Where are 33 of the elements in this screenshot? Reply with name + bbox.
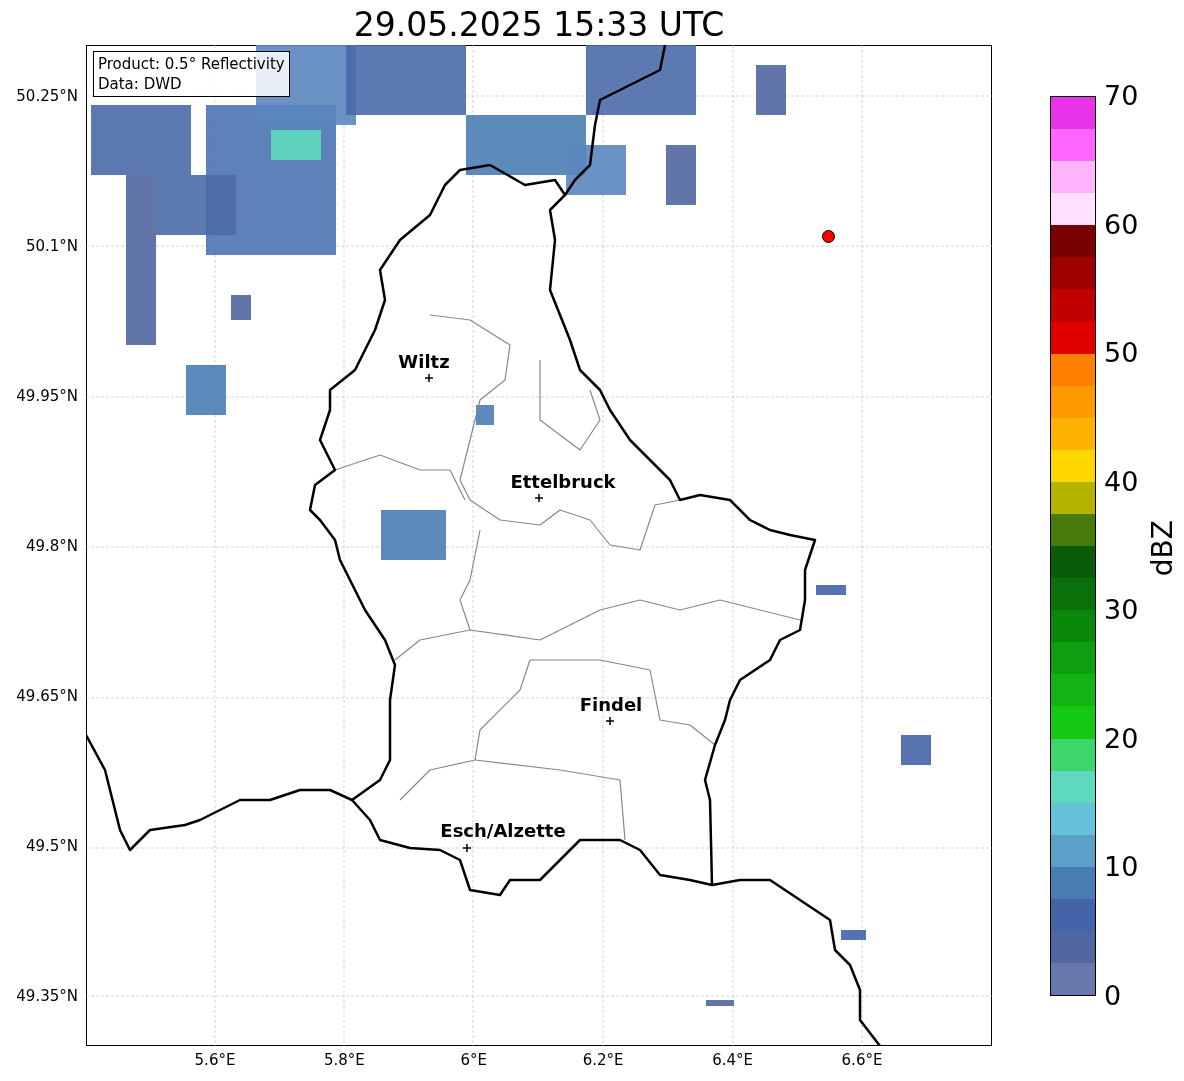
longitude-label: 5.8°E [323, 1051, 365, 1069]
latitude-label: 49.95°N [16, 387, 78, 405]
longitude-label: 6°E [460, 1051, 488, 1069]
colorbar-label: dBZ [1146, 520, 1179, 577]
colorbar-tick-label: 20 [1104, 722, 1139, 755]
city-marker-icon [606, 717, 614, 725]
longitude-label: 6.2°E [582, 1051, 624, 1069]
city-label: Esch/Alzette [440, 820, 566, 841]
colorbar-tick-label: 0 [1104, 980, 1122, 1012]
latitude-label: 50.1°N [25, 237, 78, 255]
colorbar-tick-label: 30 [1104, 594, 1139, 627]
info-text: Data: DWD [98, 74, 183, 94]
latitude-label: 50.25°N [16, 87, 78, 105]
longitude-label: 6.4°E [712, 1051, 753, 1069]
longitude-label: 6.6°E [841, 1051, 883, 1069]
latitude-label: 49.8°N [25, 537, 78, 555]
latitude-label: 49.65°N [16, 687, 78, 705]
colorbar-tick-label: 60 [1104, 208, 1139, 241]
latitude-label: 49.5°N [25, 837, 78, 855]
city-marker-icon [425, 374, 433, 382]
city-label: Ettelbruck [510, 471, 616, 492]
city-marker-icon [535, 494, 543, 502]
latitude-label: 49.35°N [16, 987, 78, 1005]
longitude-label: 5.6°E [194, 1051, 236, 1069]
info-text: Product: 0.5° Reflectivity [98, 54, 285, 74]
colorbar-tick-label: 10 [1104, 851, 1139, 884]
colorbar-tick-label: 50 [1104, 337, 1139, 370]
chart-title: 29.05.2025 15:33 UTC [352, 5, 726, 44]
colorbar-tick-label: 40 [1104, 465, 1139, 498]
city-label: Wiltz [398, 351, 450, 372]
city-label: Findel [579, 694, 643, 715]
colorbar-tick-label: 70 [1104, 80, 1139, 112]
city-marker-icon [463, 844, 471, 852]
